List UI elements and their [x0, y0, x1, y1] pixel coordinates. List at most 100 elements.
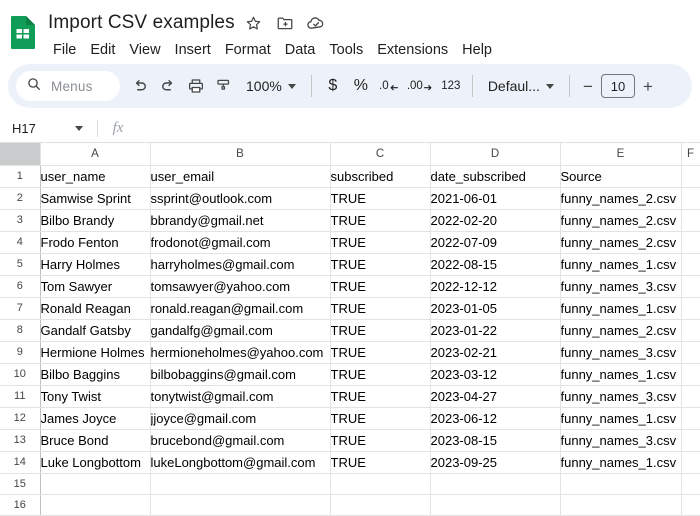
- cell-a16[interactable]: [40, 494, 151, 516]
- redo-icon[interactable]: [154, 71, 182, 101]
- google-sheets-logo[interactable]: [10, 15, 36, 49]
- row-header-8[interactable]: 8: [0, 319, 41, 342]
- cell-c9[interactable]: TRUE: [330, 341, 431, 364]
- cell-f5[interactable]: [681, 253, 700, 276]
- row-header-2[interactable]: 2: [0, 187, 41, 210]
- paint-format-icon[interactable]: [210, 71, 238, 101]
- cell-b6[interactable]: tomsawyer@yahoo.com: [150, 275, 331, 298]
- cell-c15[interactable]: [330, 473, 431, 495]
- cell-c8[interactable]: TRUE: [330, 319, 431, 342]
- cell-c11[interactable]: TRUE: [330, 385, 431, 408]
- zoom-level-dropdown[interactable]: 100%: [238, 71, 304, 101]
- cell-c4[interactable]: TRUE: [330, 231, 431, 254]
- cloud-saved-icon[interactable]: [302, 10, 330, 36]
- cell-b13[interactable]: brucebond@gmail.com: [150, 429, 331, 452]
- cell-a1[interactable]: user_name: [40, 165, 151, 188]
- row-header-1[interactable]: 1: [0, 165, 41, 188]
- cell-f9[interactable]: [681, 341, 700, 364]
- menu-edit[interactable]: Edit: [83, 40, 122, 60]
- cell-c6[interactable]: TRUE: [330, 275, 431, 298]
- menu-extensions[interactable]: Extensions: [370, 40, 455, 60]
- cell-c16[interactable]: [330, 494, 431, 516]
- cell-c1[interactable]: subscribed: [330, 165, 431, 188]
- row-header-11[interactable]: 11: [0, 385, 41, 408]
- menu-format[interactable]: Format: [218, 40, 278, 60]
- row-header-12[interactable]: 12: [0, 407, 41, 430]
- row-header-6[interactable]: 6: [0, 275, 41, 298]
- cell-a11[interactable]: Tony Twist: [40, 385, 151, 408]
- cell-d13[interactable]: 2023-08-15: [430, 429, 561, 452]
- cell-d2[interactable]: 2021-06-01: [430, 187, 561, 210]
- cell-a2[interactable]: Samwise Sprint: [40, 187, 151, 210]
- cell-e11[interactable]: funny_names_3.csv: [560, 385, 682, 408]
- cell-e2[interactable]: funny_names_2.csv: [560, 187, 682, 210]
- cell-e3[interactable]: funny_names_2.csv: [560, 209, 682, 232]
- cell-b3[interactable]: bbrandy@gmail.net: [150, 209, 331, 232]
- cell-a8[interactable]: Gandalf Gatsby: [40, 319, 151, 342]
- menu-help[interactable]: Help: [455, 40, 499, 60]
- cell-e14[interactable]: funny_names_1.csv: [560, 451, 682, 474]
- cell-b14[interactable]: lukeLongbottom@gmail.com: [150, 451, 331, 474]
- cell-d9[interactable]: 2023-02-21: [430, 341, 561, 364]
- font-family-dropdown[interactable]: Defaul...: [480, 71, 562, 101]
- cell-c14[interactable]: TRUE: [330, 451, 431, 474]
- cell-a12[interactable]: James Joyce: [40, 407, 151, 430]
- cell-e9[interactable]: funny_names_3.csv: [560, 341, 682, 364]
- cell-b16[interactable]: [150, 494, 331, 516]
- select-all-corner[interactable]: [0, 143, 41, 166]
- cell-d14[interactable]: 2023-09-25: [430, 451, 561, 474]
- cell-c10[interactable]: TRUE: [330, 363, 431, 386]
- cell-e13[interactable]: funny_names_3.csv: [560, 429, 682, 452]
- row-header-7[interactable]: 7: [0, 297, 41, 320]
- cell-b8[interactable]: gandalfg@gmail.com: [150, 319, 331, 342]
- cell-e4[interactable]: funny_names_2.csv: [560, 231, 682, 254]
- row-header-16[interactable]: 16: [0, 494, 41, 516]
- cell-f7[interactable]: [681, 297, 700, 320]
- cell-f15[interactable]: [681, 473, 700, 495]
- cell-b11[interactable]: tonytwist@gmail.com: [150, 385, 331, 408]
- document-title[interactable]: Import CSV examples: [46, 11, 237, 35]
- cell-c12[interactable]: TRUE: [330, 407, 431, 430]
- decrease-decimal-button[interactable]: .0: [375, 71, 403, 101]
- cell-b7[interactable]: ronald.reagan@gmail.com: [150, 297, 331, 320]
- column-header-f[interactable]: F: [681, 143, 700, 166]
- cell-d10[interactable]: 2023-03-12: [430, 363, 561, 386]
- cell-a14[interactable]: Luke Longbottom: [40, 451, 151, 474]
- cell-b4[interactable]: frodonot@gmail.com: [150, 231, 331, 254]
- cell-c13[interactable]: TRUE: [330, 429, 431, 452]
- cell-e10[interactable]: funny_names_1.csv: [560, 363, 682, 386]
- decrease-font-size-button[interactable]: −: [577, 78, 599, 95]
- cell-d3[interactable]: 2022-02-20: [430, 209, 561, 232]
- cell-f14[interactable]: [681, 451, 700, 474]
- cell-e16[interactable]: [560, 494, 682, 516]
- cell-b12[interactable]: jjoyce@gmail.com: [150, 407, 331, 430]
- cell-f13[interactable]: [681, 429, 700, 452]
- star-icon[interactable]: [240, 10, 268, 36]
- cell-c5[interactable]: TRUE: [330, 253, 431, 276]
- menu-file[interactable]: File: [46, 40, 83, 60]
- cell-f1[interactable]: [681, 165, 700, 188]
- increase-decimal-button[interactable]: .00: [403, 71, 437, 101]
- cell-e15[interactable]: [560, 473, 682, 495]
- menu-insert[interactable]: Insert: [168, 40, 218, 60]
- print-icon[interactable]: [182, 71, 210, 101]
- cell-d8[interactable]: 2023-01-22: [430, 319, 561, 342]
- search-menus-input[interactable]: Menus: [16, 71, 120, 101]
- cell-b9[interactable]: hermioneholmes@yahoo.com: [150, 341, 331, 364]
- cell-f3[interactable]: [681, 209, 700, 232]
- cell-a3[interactable]: Bilbo Brandy: [40, 209, 151, 232]
- row-header-13[interactable]: 13: [0, 429, 41, 452]
- row-header-15[interactable]: 15: [0, 473, 41, 495]
- cell-f11[interactable]: [681, 385, 700, 408]
- move-to-folder-icon[interactable]: [271, 10, 299, 36]
- row-header-3[interactable]: 3: [0, 209, 41, 232]
- row-header-10[interactable]: 10: [0, 363, 41, 386]
- cell-d16[interactable]: [430, 494, 561, 516]
- cell-a5[interactable]: Harry Holmes: [40, 253, 151, 276]
- cell-d7[interactable]: 2023-01-05: [430, 297, 561, 320]
- cell-a15[interactable]: [40, 473, 151, 495]
- cell-d4[interactable]: 2022-07-09: [430, 231, 561, 254]
- cell-f2[interactable]: [681, 187, 700, 210]
- cell-e6[interactable]: funny_names_3.csv: [560, 275, 682, 298]
- cell-a9[interactable]: Hermione Holmes: [40, 341, 151, 364]
